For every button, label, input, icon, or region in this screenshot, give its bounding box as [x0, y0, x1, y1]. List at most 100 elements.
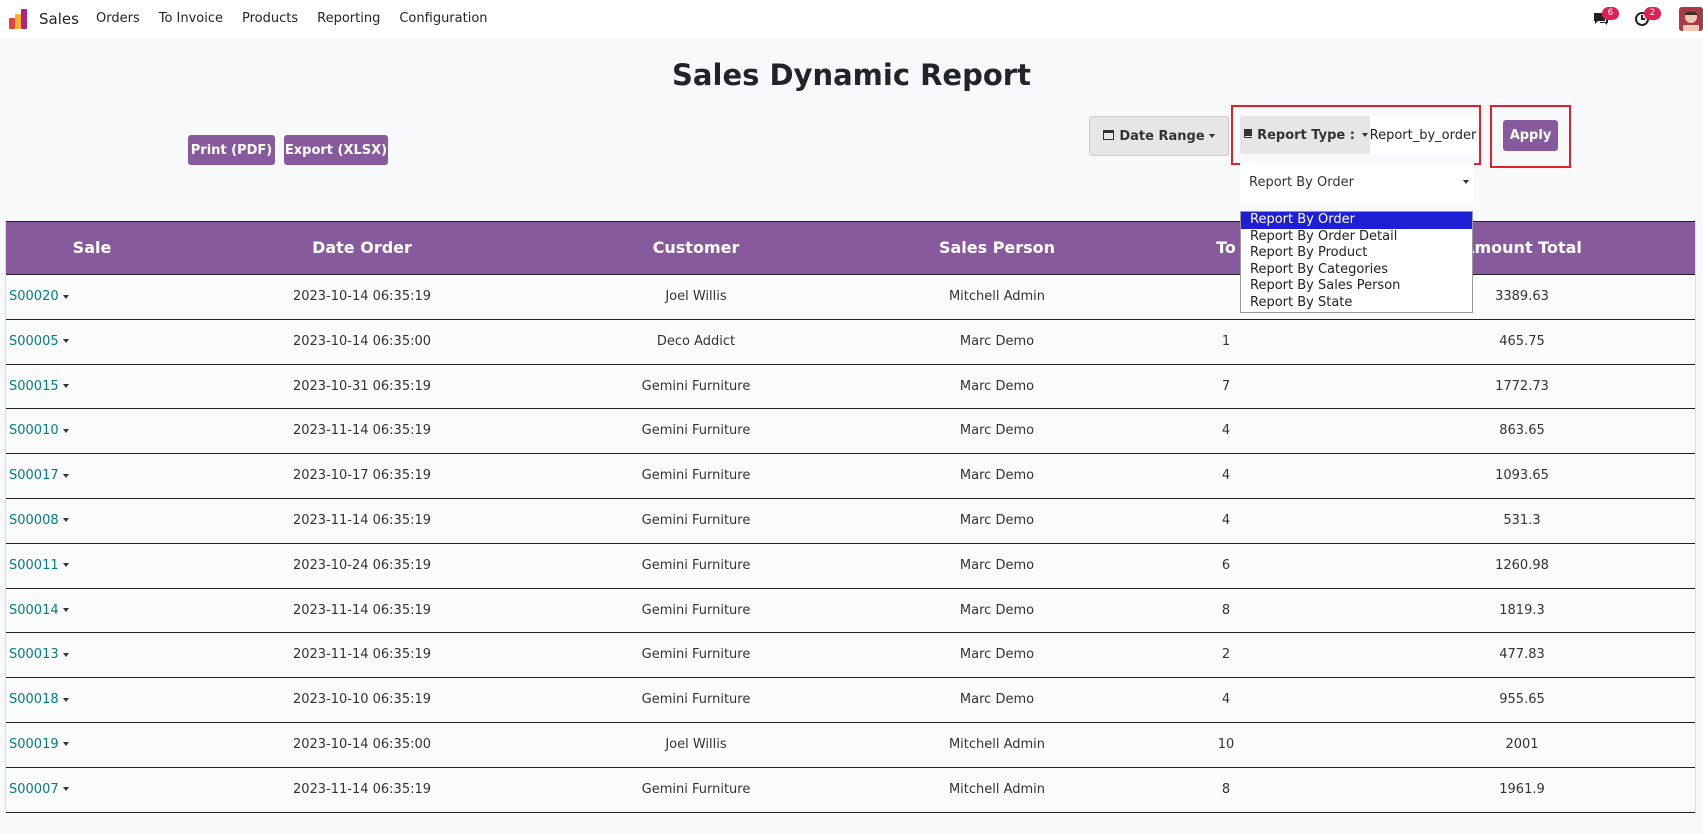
- messages-badge: 6: [1602, 7, 1619, 20]
- chevron-down-icon[interactable]: [62, 339, 69, 344]
- chevron-down-icon[interactable]: [62, 787, 69, 792]
- sale-order-link[interactable]: S00007: [9, 768, 69, 811]
- apply-highlight-box: [1490, 105, 1571, 168]
- top-navbar: Sales Orders To Invoice Products Reporti…: [0, 0, 1703, 38]
- report-type-option[interactable]: Report By Product: [1241, 245, 1472, 262]
- menu-item-configuration[interactable]: Configuration: [399, 11, 487, 26]
- chevron-down-icon[interactable]: [62, 473, 69, 478]
- sale-order-link[interactable]: S00017: [9, 454, 69, 497]
- messages-icon[interactable]: 6: [1592, 7, 1619, 27]
- cell-customer: Gemini Furniture: [641, 423, 751, 439]
- sale-reference[interactable]: S00011: [9, 558, 59, 573]
- cell-amount-total: 955.65: [1499, 692, 1545, 708]
- cell-date-order: 2023-11-14 06:35:19: [292, 423, 432, 439]
- cell-date-order: 2023-10-17 06:35:19: [292, 468, 432, 484]
- column-header-customer: Customer: [652, 238, 740, 257]
- export-xlsx-button[interactable]: Export (XLSX): [284, 135, 388, 165]
- column-header-sales-person: Sales Person: [938, 238, 1056, 257]
- chevron-down-icon[interactable]: [62, 563, 69, 568]
- cell-date-order: 2023-10-31 06:35:19: [292, 378, 432, 394]
- report-type-option[interactable]: Report By Order: [1241, 212, 1472, 229]
- cell-amount-total: 2001: [1505, 736, 1539, 752]
- cell-total-quantity: 2: [1221, 647, 1231, 663]
- report-type-option[interactable]: Report By State: [1241, 295, 1472, 312]
- table-row: S00010 2023-11-14 06:35:19 Gemini Furnitur…: [6, 409, 1695, 455]
- chevron-down-icon[interactable]: [62, 518, 69, 523]
- cell-customer: Gemini Furniture: [641, 468, 751, 484]
- chevron-down-icon[interactable]: [62, 428, 69, 433]
- cell-sales-person: Marc Demo: [959, 378, 1035, 394]
- print-pdf-button[interactable]: Print (PDF): [188, 135, 275, 165]
- sale-reference[interactable]: S00019: [9, 737, 59, 752]
- chevron-down-icon[interactable]: [62, 294, 69, 299]
- cell-amount-total: 1093.65: [1495, 468, 1549, 484]
- cell-total-quantity: 7: [1221, 378, 1231, 394]
- menu-item-orders[interactable]: Orders: [96, 11, 140, 26]
- table-row: S00007 2023-11-14 06:35:19 Gemini Furnitur…: [6, 767, 1695, 813]
- report-type-select[interactable]: Report By Order: [1240, 163, 1474, 204]
- app-name[interactable]: Sales: [39, 10, 79, 28]
- cell-amount-total: 863.65: [1499, 423, 1545, 439]
- table-row: S00014 2023-11-14 06:35:19 Gemini Furnitur…: [6, 588, 1695, 634]
- table-row: S00015 2023-10-31 06:35:19 Gemini Furnitur…: [6, 364, 1695, 410]
- sale-order-link[interactable]: S00011: [9, 544, 69, 587]
- cell-sales-person: Marc Demo: [959, 557, 1035, 573]
- sale-order-link[interactable]: S00005: [9, 320, 69, 363]
- table-body: S00020 2023-10-14 06:35:19 Joel Willis Mitc…: [6, 275, 1695, 813]
- sale-order-link[interactable]: S00013: [9, 633, 69, 676]
- chevron-down-icon[interactable]: [62, 384, 69, 389]
- sale-reference[interactable]: S00010: [9, 423, 59, 438]
- sale-reference[interactable]: S00005: [9, 334, 59, 349]
- column-header-date-order: Date Order: [312, 238, 412, 257]
- menu-item-products[interactable]: Products: [242, 11, 298, 26]
- page-title: Sales Dynamic Report: [672, 58, 1031, 92]
- sale-order-link[interactable]: S00010: [9, 409, 69, 452]
- cell-customer: Deco Addict: [656, 333, 736, 349]
- cell-date-order: 2023-11-14 06:35:19: [292, 647, 432, 663]
- sale-order-link[interactable]: S00015: [9, 365, 69, 408]
- cell-total-quantity: 8: [1221, 602, 1231, 618]
- menu-item-to-invoice[interactable]: To Invoice: [159, 11, 223, 26]
- sale-reference[interactable]: S00013: [9, 647, 59, 662]
- cell-amount-total: 465.75: [1499, 333, 1545, 349]
- chevron-down-icon[interactable]: [62, 742, 69, 747]
- cell-sales-person: Mitchell Admin: [948, 289, 1046, 304]
- cell-date-order: 2023-11-14 06:35:19: [292, 602, 432, 618]
- report-type-highlight-box: [1231, 105, 1481, 165]
- chevron-down-icon[interactable]: [62, 608, 69, 613]
- report-type-option[interactable]: Report By Categories: [1241, 262, 1472, 279]
- cell-customer: Joel Willis: [665, 289, 727, 304]
- activities-icon[interactable]: 2: [1634, 7, 1661, 27]
- sales-app-logo[interactable]: [9, 9, 31, 29]
- sale-reference[interactable]: S00017: [9, 468, 59, 483]
- sale-order-link[interactable]: S00019: [9, 723, 69, 766]
- sale-reference[interactable]: S00008: [9, 513, 59, 528]
- menu-item-reporting[interactable]: Reporting: [317, 11, 380, 26]
- chevron-down-icon: [1208, 134, 1215, 138]
- cell-amount-total: 1961.9: [1499, 781, 1545, 797]
- cell-customer: Gemini Furniture: [641, 378, 751, 394]
- report-type-option[interactable]: Report By Order Detail: [1241, 229, 1472, 246]
- sale-reference[interactable]: S00018: [9, 692, 59, 707]
- sale-reference[interactable]: S00015: [9, 379, 59, 394]
- cell-sales-person: Marc Demo: [959, 602, 1035, 618]
- cell-sales-person: Mitchell Admin: [948, 736, 1046, 752]
- user-avatar[interactable]: [1679, 7, 1703, 31]
- sale-order-link[interactable]: S00008: [9, 499, 69, 542]
- cell-sales-person: Marc Demo: [959, 333, 1035, 349]
- cell-amount-total: 1772.73: [1495, 378, 1549, 394]
- sale-reference[interactable]: S00014: [9, 603, 59, 618]
- chevron-down-icon[interactable]: [62, 652, 69, 657]
- chevron-down-icon[interactable]: [62, 697, 69, 702]
- cell-sales-person: Marc Demo: [959, 512, 1035, 528]
- report-type-option[interactable]: Report By Sales Person: [1241, 278, 1472, 295]
- sale-reference[interactable]: S00020: [9, 289, 59, 304]
- cell-customer: Gemini Furniture: [641, 512, 751, 528]
- cell-date-order: 2023-11-14 06:35:19: [292, 781, 432, 797]
- sale-order-link[interactable]: S00018: [9, 678, 69, 721]
- date-range-button[interactable]: Date Range: [1089, 116, 1229, 156]
- cell-customer: Gemini Furniture: [641, 692, 751, 708]
- sale-order-link[interactable]: S00020: [9, 275, 69, 318]
- sale-order-link[interactable]: S00014: [9, 589, 69, 632]
- sale-reference[interactable]: S00007: [9, 782, 59, 797]
